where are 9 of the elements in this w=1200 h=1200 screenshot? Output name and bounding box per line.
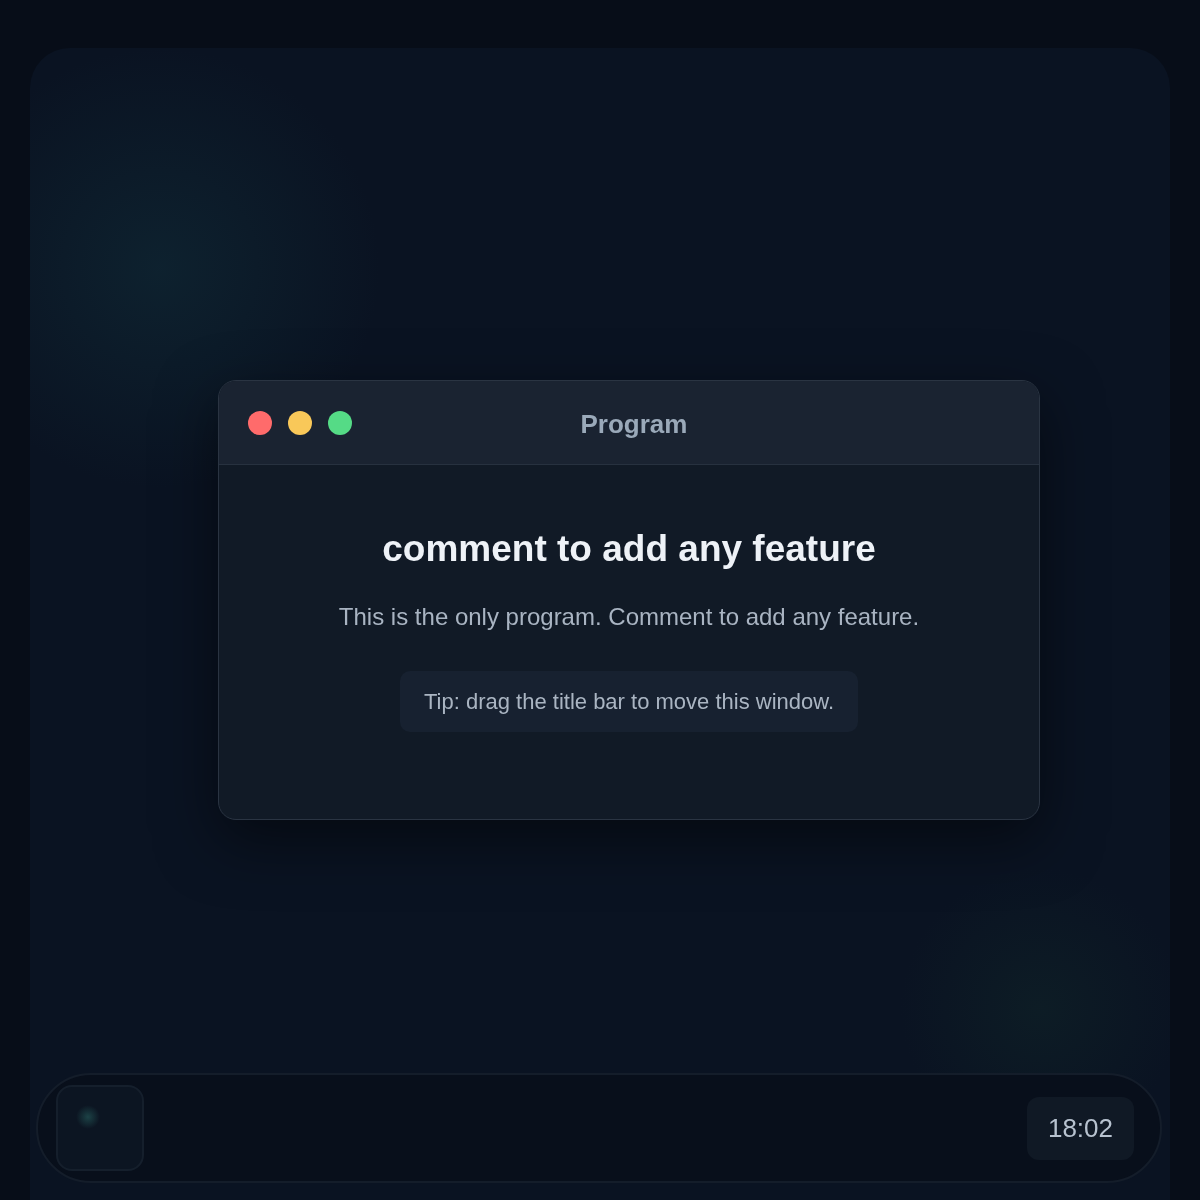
window-control-button[interactable] [288, 411, 312, 435]
title-bar[interactable]: Program [219, 381, 1039, 465]
window-control-button[interactable] [328, 411, 352, 435]
window-title: Program [579, 408, 688, 441]
window-control-button[interactable] [248, 411, 272, 435]
tip-text: Tip: drag the title bar to move this window. [399, 670, 859, 732]
clock: 18:02 [1026, 1096, 1134, 1160]
heading: comment to add any feature [382, 527, 876, 571]
description-text: This is the only program. Comment to add any feature. [338, 601, 920, 632]
